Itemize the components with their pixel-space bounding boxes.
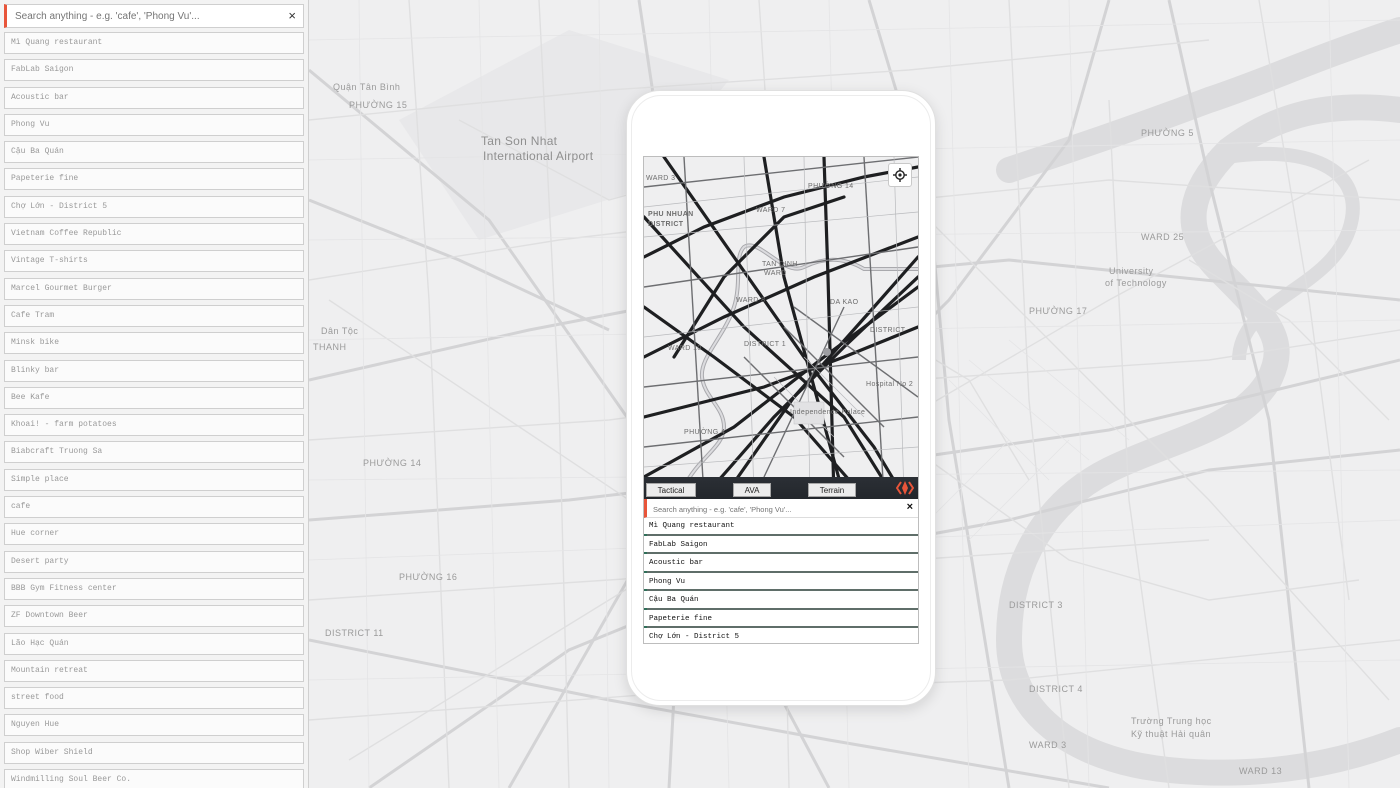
map-label-phuong14: PHƯỜNG 14 [363, 458, 422, 468]
list-item[interactable]: Lão Hạc Quán [4, 632, 304, 655]
map-label-phuong5: PHƯỜNG 5 [1141, 128, 1194, 138]
phone-map-label-phuong14: PHƯỜNG 14 [808, 183, 854, 190]
list-item[interactable]: cafe [4, 496, 304, 519]
phone-clear-icon[interactable]: × [907, 501, 913, 513]
map-style-toolbar: Tactical AVA Terrain [644, 477, 918, 499]
list-item[interactable]: Khoai! - farm potatoes [4, 414, 304, 437]
phone-map-label-district1: DISTRICT 1 [744, 341, 786, 348]
list-item[interactable]: Biabcraft Truong Sa [4, 441, 304, 464]
sidebar-search-box[interactable]: × [4, 4, 304, 28]
map-label-university: University [1109, 266, 1154, 276]
map-label-ward3: WARD 3 [1029, 740, 1067, 750]
map-label-of-tech: of Technology [1105, 278, 1167, 288]
phone-map-label-district-2: DISTRICT [870, 327, 906, 334]
brand-logo-icon[interactable] [896, 479, 914, 497]
list-item[interactable]: Cafe Tram [4, 304, 304, 327]
map-label-airport-2: International Airport [483, 149, 594, 163]
list-item[interactable]: Cậu Ba Quán [4, 141, 304, 164]
phone-search-box[interactable]: × [644, 499, 918, 519]
list-item[interactable]: Chợ Lớn - District 5 [644, 630, 918, 643]
phone-map[interactable]: WARD 3 PHƯỜNG 14 WARD 7 PHU NHUAN DISTRI… [644, 157, 918, 497]
crosshair-icon [893, 168, 907, 182]
list-item[interactable]: Mì Quang restaurant [644, 519, 918, 536]
map-label-airport: Tan Son Nhat [481, 134, 558, 148]
phone-map-label-ward: WARD [764, 270, 787, 277]
phone-map-label-da-kao: DA KAO [830, 299, 859, 306]
list-item[interactable]: Acoustic bar [4, 86, 304, 109]
list-item[interactable]: Papeterie fine [4, 168, 304, 191]
list-item[interactable]: Mì Quang restaurant [4, 32, 304, 54]
phone-map-label-district: DISTRICT [648, 221, 684, 228]
list-item[interactable]: Cậu Ba Quán [644, 593, 918, 610]
list-item[interactable]: Desert party [4, 550, 304, 573]
list-item[interactable]: Phong Vu [644, 574, 918, 591]
list-item[interactable]: Acoustic bar [644, 556, 918, 573]
list-item[interactable]: Hue corner [4, 523, 304, 546]
map-label-dan-toc: Dân Tộc [321, 326, 359, 336]
phone-map-label-ward7: WARD 7 [756, 207, 786, 214]
map-label-truong: Trường Trung học [1131, 716, 1212, 726]
sidebar-clear-icon[interactable]: × [288, 8, 296, 23]
tab-tactical[interactable]: Tactical [646, 483, 696, 497]
list-item[interactable]: Marcel Gourmet Burger [4, 277, 304, 300]
map-label-district3: DISTRICT 3 [1009, 600, 1063, 610]
list-item[interactable]: Phong Vu [4, 113, 304, 136]
map-label-district11: DISTRICT 11 [325, 628, 384, 638]
phone-map-label-ward8: WARD 8 [736, 297, 766, 304]
map-label-ward25: WARD 25 [1141, 232, 1185, 242]
map-label-phuong17: PHƯỜNG 17 [1029, 306, 1088, 316]
phone-map-label-ward10: WARD 10 [668, 345, 702, 352]
phone-map-label-independence: Independence Palace [790, 409, 866, 416]
phone-map-label-hospital: Hospital No 2 [866, 381, 914, 388]
map-label-district4: DISTRICT 4 [1029, 684, 1083, 694]
map-label-ward13: WARD 13 [1239, 766, 1283, 776]
list-item[interactable]: Vietnam Coffee Republic [4, 223, 304, 246]
list-item[interactable]: Bee Kafe [4, 386, 304, 409]
map-label-ky-thuat: Kỹ thuật Hải quân [1131, 729, 1212, 739]
phone-map-label-tan-dinh: TAN DINH [762, 261, 798, 268]
sidebar-search-input[interactable] [7, 5, 275, 27]
phone-map-label-phuong4: PHƯỜNG 4 [684, 429, 726, 436]
list-item[interactable]: BBB Gym Fitness center [4, 577, 304, 600]
sidebar: × Mì Quang restaurant FabLab Saigon Acoust… [0, 0, 309, 788]
list-item[interactable]: Blinky bar [4, 359, 304, 382]
map-label-phuong15: PHƯỜNG 15 [349, 100, 408, 110]
list-item[interactable]: ZF Downtown Beer [4, 605, 304, 628]
map-label-phuong16: PHƯỜNG 16 [399, 572, 458, 582]
map-label-thanh: THANH [313, 342, 347, 352]
list-item[interactable]: Vintage T-shirts [4, 250, 304, 273]
list-item[interactable]: Minsk bike [4, 332, 304, 355]
list-item[interactable]: Papeterie fine [644, 611, 918, 628]
phone-results-list: Mì Quang restaurant FabLab Saigon Acoustic… [644, 519, 918, 643]
phone-map-label-phu-nhuan: PHU NHUAN [648, 211, 694, 218]
list-item[interactable]: FabLab Saigon [4, 59, 304, 82]
map-label-tan-binh: Quận Tân Bình [333, 82, 401, 92]
list-item[interactable]: FabLab Saigon [644, 537, 918, 554]
list-item[interactable]: Mountain retreat [4, 659, 304, 682]
locate-button[interactable] [888, 163, 912, 187]
list-item[interactable]: Chợ Lớn - District 5 [4, 195, 304, 218]
list-item[interactable]: Nguyen Hue [4, 714, 304, 737]
phone-screen: WARD 3 PHƯỜNG 14 WARD 7 PHU NHUAN DISTRI… [643, 156, 919, 644]
tab-terrain[interactable]: Terrain [808, 483, 856, 497]
phone-map-label-ward3: WARD 3 [646, 175, 676, 182]
tab-ava[interactable]: AVA [733, 483, 771, 497]
list-item[interactable]: Windmilling Soul Beer Co. [4, 769, 304, 788]
list-item[interactable]: street food [4, 687, 304, 710]
list-item[interactable]: Shop Wiber Shield [4, 741, 304, 764]
phone-search-input[interactable] [647, 500, 893, 519]
sidebar-list: Mì Quang restaurant FabLab Saigon Acoustic… [4, 32, 304, 788]
list-item[interactable]: Simple place [4, 468, 304, 491]
